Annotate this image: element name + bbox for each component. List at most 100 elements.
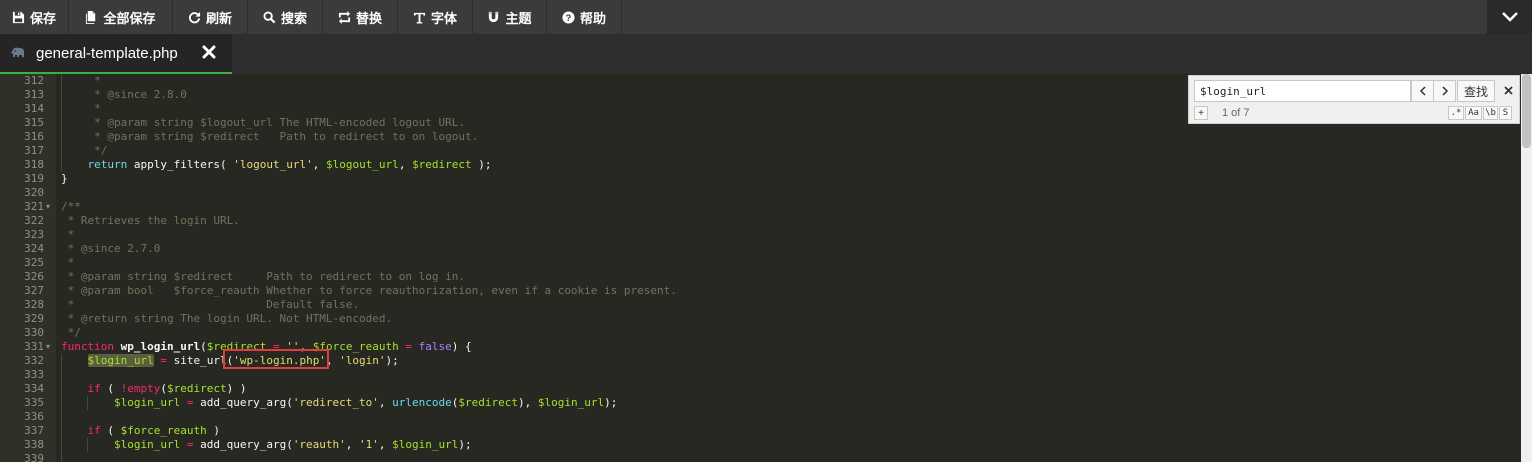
code-line: */ (61, 144, 107, 158)
string: 'reauth' (292, 438, 346, 451)
regex-toggle[interactable]: .* (1448, 106, 1464, 120)
search-panel: 查找 + 1 of 7 .* Aa \b S (1188, 75, 1520, 124)
code-line: * (61, 256, 75, 270)
search-match: $login_url (87, 354, 154, 367)
comment: * @param string $redirect Path to redire… (61, 130, 479, 143)
line-number: 323 (24, 228, 44, 241)
help-button[interactable]: ? 帮助 (547, 0, 622, 34)
line-number: 316 (24, 130, 44, 143)
help-label: 帮助 (579, 10, 606, 26)
code-line: * @param string $redirect Path to redire… (61, 130, 478, 144)
comment: * @return string The login URL. Not HTML… (61, 312, 393, 325)
line-number: 327 (24, 284, 44, 297)
line-number: 321 (24, 200, 44, 213)
fold-arrow-icon[interactable]: ▾ (46, 200, 50, 214)
line-number: 339 (24, 452, 44, 462)
search-in-selection-toggle[interactable]: S (1499, 106, 1512, 120)
variable: $redirect (458, 396, 518, 409)
theme-button[interactable]: 主题 (473, 0, 547, 34)
code-line: if ( !empty($redirect) ) (87, 382, 247, 395)
search-input[interactable] (1194, 80, 1411, 102)
save-label: 保存 (29, 10, 56, 26)
annotation-highlight-box (223, 349, 329, 369)
next-match-button[interactable] (1433, 80, 1456, 102)
code-line: * @since 2.8.0 (61, 88, 187, 102)
refresh-label: 刷新 (205, 10, 232, 26)
code-line: $login_url = add_query_arg('redirect_to'… (113, 396, 618, 409)
code-editor[interactable]: 312 313 314 315 316 317 318 319 320 321 ▾ 322 323 324… (0, 74, 1532, 462)
line-number: 326 (24, 270, 44, 283)
close-search-button[interactable] (1500, 82, 1516, 98)
vertical-scrollbar[interactable] (1521, 74, 1532, 462)
chevron-down-icon (1501, 12, 1518, 22)
help-icon: ? (562, 10, 575, 24)
code-line: if ( $force_reauth ) (87, 424, 220, 437)
keyword: if (87, 424, 101, 437)
font-button[interactable]: 字体 (398, 0, 473, 34)
code-line: * @param bool $force_reauth Whether to f… (61, 284, 677, 298)
files-icon (86, 10, 96, 24)
code-line: * (61, 102, 101, 116)
refresh-button[interactable]: 刷新 (173, 0, 248, 34)
find-label: 查找 (1463, 84, 1488, 99)
line-number: 312 (24, 74, 44, 87)
tab-bar: general-template.php (0, 34, 1532, 74)
whole-word-toggle[interactable]: \b (1483, 106, 1498, 120)
function-call: apply_filters (133, 158, 220, 171)
variable: $redirect (412, 158, 472, 171)
font-icon (413, 12, 426, 24)
search-label: 搜索 (280, 10, 307, 26)
comment: * (61, 102, 101, 115)
code-line: * Retrieves the login URL. (61, 214, 240, 228)
code-line: * (61, 74, 101, 88)
code-line: } (61, 172, 68, 186)
variable: $login_url (113, 396, 181, 409)
function-call: add_query_arg (200, 396, 287, 409)
comment: * @param string $logout_url The HTML-enc… (61, 116, 465, 129)
scrollbar-thumb[interactable] (1522, 74, 1531, 148)
line-number: 319 (24, 172, 44, 185)
save-button[interactable]: 保存 (0, 0, 69, 34)
line-number: 334 (24, 382, 44, 395)
save-all-button[interactable]: 全部保存 (69, 0, 173, 34)
string: 'logout_url' (233, 158, 313, 171)
variable: $force_reauth (120, 424, 207, 437)
comment: * @since 2.7.0 (61, 242, 161, 255)
toggle-replace-button[interactable]: + (1194, 106, 1208, 120)
line-number: 314 (24, 102, 44, 115)
comment: * Default false. (61, 298, 360, 311)
line-number: 317 (24, 144, 44, 157)
code-line: $login_url = add_query_arg('reauth', '1'… (113, 438, 472, 451)
code-line: /** (61, 200, 81, 214)
line-number: 322 (24, 214, 44, 227)
replace-button[interactable]: 替换 (323, 0, 398, 34)
line-number: 328 (24, 298, 44, 311)
search-button[interactable]: 搜索 (248, 0, 323, 34)
keyword: empty (127, 382, 161, 395)
code-line: * @param string $redirect Path to redire… (61, 270, 465, 284)
search-icon (263, 10, 276, 23)
file-tab[interactable]: general-template.php (0, 34, 232, 74)
font-label: 字体 (430, 10, 457, 26)
close-icon[interactable] (202, 45, 216, 59)
save-all-label: 全部保存 (103, 10, 156, 26)
find-button[interactable]: 查找 (1457, 80, 1495, 102)
function-call: add_query_arg (200, 438, 287, 451)
function-call: urlencode (392, 396, 452, 409)
comment: */ (61, 144, 108, 157)
line-number: 333 (24, 368, 44, 381)
collapse-toolbar-button[interactable] (1487, 0, 1532, 34)
php-elephant-icon (11, 47, 24, 57)
boolean: false (418, 340, 452, 353)
previous-match-button[interactable] (1411, 80, 1434, 102)
match-count: 1 of 7 (1222, 107, 1250, 119)
case-sensitive-toggle[interactable]: Aa (1465, 106, 1482, 120)
fold-arrow-icon[interactable]: ▾ (46, 340, 50, 354)
file-tab-label: general-template.php (36, 45, 178, 62)
code-line: * @param string $logout_url The HTML-enc… (61, 116, 465, 130)
line-number: 331 (24, 340, 44, 353)
keyword: if (87, 382, 101, 395)
refresh-icon (188, 11, 201, 23)
variable: $login_url (113, 438, 181, 451)
line-number: 335 (24, 396, 44, 409)
